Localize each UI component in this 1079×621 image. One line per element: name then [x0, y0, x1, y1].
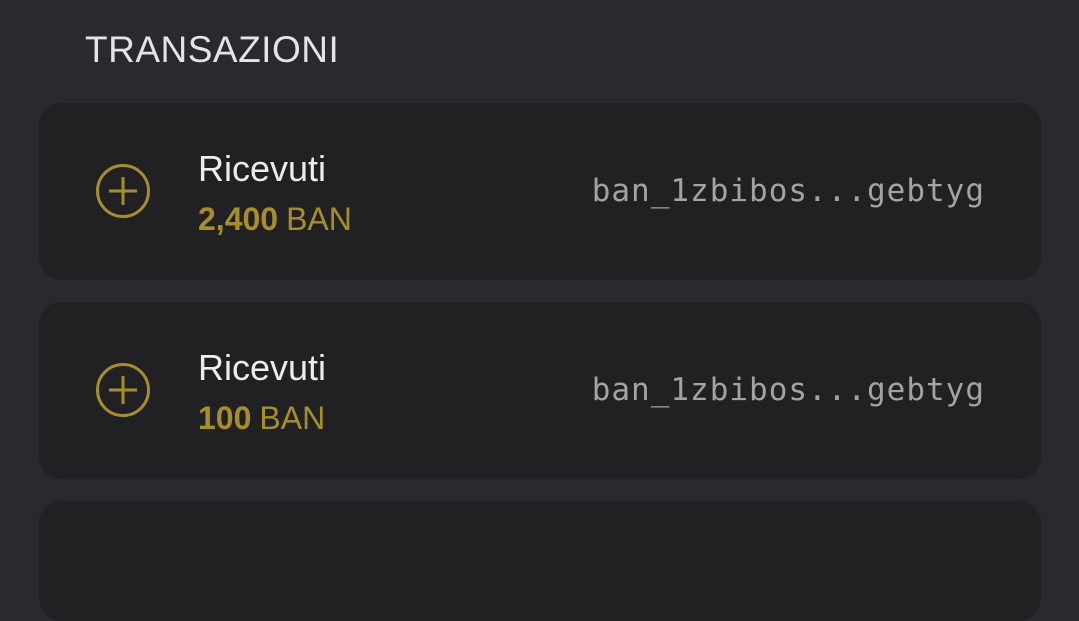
transaction-amount: 2,400 BAN: [198, 199, 352, 239]
transaction-address: ban_1zbibos...gebtyg: [591, 173, 985, 209]
transaction-list: Ricevuti 2,400 BAN ban_1zbibos...gebtyg R…: [39, 103, 1041, 621]
plus-circle-icon: [95, 163, 151, 219]
plus-circle-icon: [95, 362, 151, 418]
transaction-card[interactable]: [39, 501, 1041, 621]
transaction-card[interactable]: Ricevuti 100 BAN ban_1zbibos...gebtyg: [39, 302, 1041, 479]
amount-value: 2,400: [198, 201, 279, 237]
transaction-card[interactable]: Ricevuti 2,400 BAN ban_1zbibos...gebtyg: [39, 103, 1041, 280]
section-title: TRANSAZIONI: [85, 29, 340, 70]
transaction-amount: 100 BAN: [198, 398, 325, 438]
transaction-address: ban_1zbibos...gebtyg: [591, 372, 985, 408]
amount-value: 100: [198, 400, 252, 436]
transaction-type: Ricevuti: [198, 347, 327, 388]
amount-unit: BAN: [286, 201, 352, 237]
transaction-type: Ricevuti: [198, 148, 327, 189]
amount-unit: BAN: [259, 400, 326, 436]
